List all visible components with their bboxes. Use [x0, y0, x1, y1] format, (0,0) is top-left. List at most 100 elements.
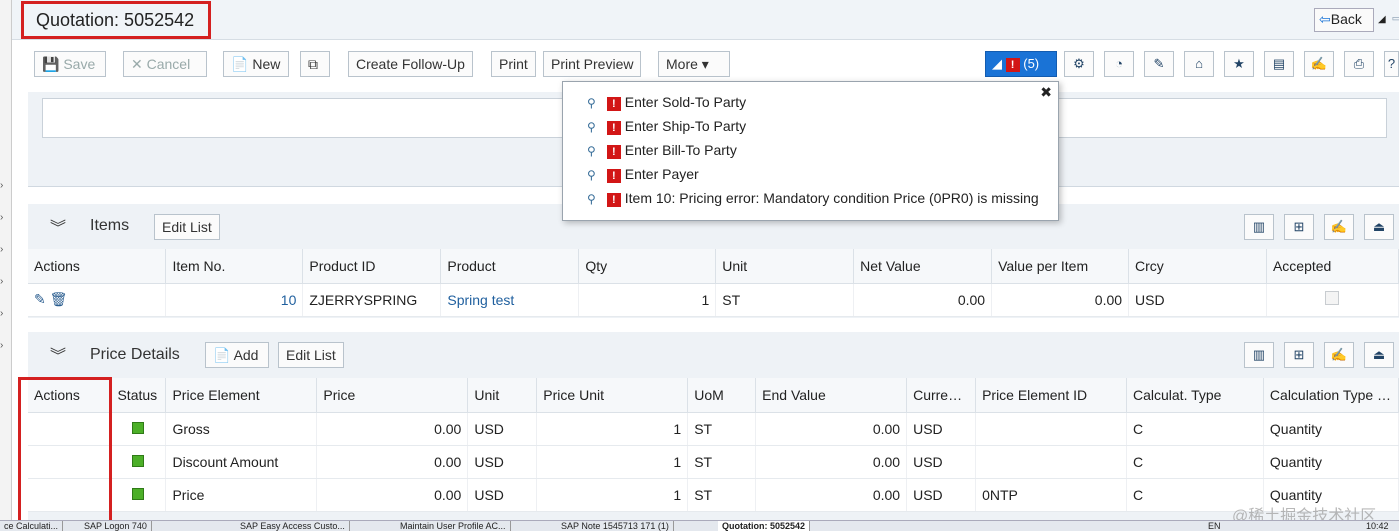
- row-actions: ✎ 🗑: [28, 283, 167, 317]
- taskbar-item-active[interactable]: Quotation: 5052542: [718, 521, 811, 531]
- export-icon[interactable]: ⊞: [1284, 342, 1314, 368]
- left-nav-strip: › › › › › ›: [0, 0, 12, 520]
- taskbar-item[interactable]: Maintain User Profile AC...: [396, 521, 511, 531]
- product-link[interactable]: Spring test: [440, 283, 580, 317]
- expand-arrow-icon[interactable]: ›: [0, 308, 3, 319]
- help-icon[interactable]: ?: [1384, 51, 1399, 77]
- accepted-cell: [1266, 283, 1399, 317]
- save-button[interactable]: 💾 Save: [34, 51, 106, 77]
- taskbar-item[interactable]: ce Calculati...: [0, 521, 64, 531]
- taskbar-item[interactable]: SAP Logon 740: [80, 521, 152, 531]
- message-item[interactable]: ⚲ ! Enter Sold-To Party: [587, 94, 746, 118]
- collapse-up-icon[interactable]: ⏏: [1364, 342, 1394, 368]
- more-button[interactable]: More ▾: [658, 51, 730, 77]
- language-indicator[interactable]: EN: [1204, 521, 1225, 531]
- new-label: New: [252, 56, 281, 72]
- collapse-chevron-icon[interactable]: ︾: [50, 214, 66, 238]
- back-button[interactable]: ⇦Back: [1314, 8, 1374, 32]
- message-item[interactable]: ⚲ ! Enter Ship-To Party: [587, 118, 746, 142]
- expand-arrow-icon[interactable]: ›: [0, 212, 3, 223]
- column-header[interactable]: Crcy: [1128, 249, 1267, 284]
- message-item[interactable]: ⚲ ! Enter Bill-To Party: [587, 142, 737, 166]
- column-header[interactable]: Product ID: [302, 249, 442, 284]
- delete-icon[interactable]: 🗑: [50, 291, 68, 307]
- page-header: Quotation: 5052542 ⇦Back ◢ ⇨: [12, 0, 1399, 40]
- column-header[interactable]: Product: [440, 249, 580, 284]
- settings-icon[interactable]: ⚙: [1064, 51, 1094, 77]
- chevron-down-icon: ▾: [701, 56, 709, 72]
- favorite-star-icon[interactable]: ★: [1224, 51, 1254, 77]
- personalize-icon[interactable]: ✍: [1324, 342, 1354, 368]
- collapse-icon[interactable]: ◢: [1378, 14, 1386, 25]
- column-header[interactable]: Actions: [28, 249, 167, 284]
- column-header[interactable]: Unit: [715, 249, 855, 284]
- expand-arrow-icon[interactable]: ›: [0, 340, 3, 351]
- price-edit-list-button[interactable]: Edit List: [278, 342, 344, 368]
- table-row[interactable]: Gross 0.00 USD 1 ST 0.00 USD C Quantity: [28, 412, 1399, 446]
- forward-icon[interactable]: ⇨: [1392, 10, 1399, 27]
- add-button[interactable]: 📄 Add: [205, 342, 269, 368]
- column-header[interactable]: Unit: [467, 378, 538, 413]
- copy-button[interactable]: ⧉: [300, 51, 330, 77]
- chart-icon[interactable]: ▥: [1244, 214, 1274, 240]
- expand-arrow-icon[interactable]: ›: [0, 276, 3, 287]
- accepted-checkbox[interactable]: [1325, 291, 1340, 305]
- print-preview-button[interactable]: Print Preview: [543, 51, 642, 77]
- edit-settings-icon[interactable]: ✎: [1144, 51, 1174, 77]
- items-edit-list-button[interactable]: Edit List: [154, 214, 220, 240]
- table-row[interactable]: Price 0.00 USD 1 ST 0.00 USD 0NTP C Quan…: [28, 478, 1399, 512]
- taskbar-item[interactable]: SAP Note 1545713 171 (1): [557, 521, 674, 531]
- column-header[interactable]: Calculat. Type: [1126, 378, 1264, 413]
- expand-arrow-icon[interactable]: ›: [0, 244, 3, 255]
- rss-icon[interactable]: ◔: [1104, 51, 1134, 77]
- print-button[interactable]: Print: [491, 51, 536, 77]
- error-icon: !: [606, 145, 621, 159]
- price-unit: 1: [536, 445, 689, 479]
- new-button[interactable]: 📄 New: [223, 51, 289, 77]
- column-header[interactable]: UoM: [687, 378, 757, 413]
- edit-icon[interactable]: ✎: [34, 291, 46, 307]
- table-row[interactable]: Discount Amount 0.00 USD 1 ST 0.00 USD C…: [28, 445, 1399, 479]
- collapse-up-icon[interactable]: ⏏: [1364, 214, 1394, 240]
- taskbar-item[interactable]: SAP Easy Access Custo...: [236, 521, 350, 531]
- column-header[interactable]: Net Value: [853, 249, 993, 284]
- personalize-icon[interactable]: ✍: [1304, 51, 1334, 77]
- price-details-table: Actions Status Price Element Price Unit …: [28, 378, 1399, 512]
- column-header[interactable]: End Value: [755, 378, 908, 413]
- collapse-chevron-icon[interactable]: ︾: [50, 342, 66, 366]
- close-icon[interactable]: ✖: [1040, 84, 1052, 101]
- messages-count: (5): [1023, 56, 1040, 71]
- export-icon[interactable]: ⊞: [1284, 214, 1314, 240]
- column-header[interactable]: Status: [110, 378, 167, 413]
- personalize-icon[interactable]: ✍: [1324, 214, 1354, 240]
- price-header-row: Actions Status Price Element Price Unit …: [28, 378, 1399, 413]
- status-green-icon: [132, 454, 145, 467]
- status-green-icon: [132, 421, 145, 434]
- items-table: Actions Item No. Product ID Product Qty …: [28, 249, 1399, 317]
- column-header[interactable]: Price Unit: [536, 378, 689, 413]
- printer-icon[interactable]: ⎙: [1344, 51, 1374, 77]
- chart-icon[interactable]: ▥: [1244, 342, 1274, 368]
- column-header[interactable]: Calculation Type …: [1263, 378, 1399, 413]
- column-header[interactable]: Price Element ID: [975, 378, 1127, 413]
- column-header[interactable]: Item No.: [165, 249, 304, 284]
- column-header[interactable]: Qty: [578, 249, 717, 284]
- price-currency: USD: [467, 478, 538, 512]
- error-icon: !: [606, 97, 621, 111]
- tag-icon[interactable]: ⌂: [1184, 51, 1214, 77]
- clock: 10:42: [1366, 521, 1389, 531]
- column-header[interactable]: Price: [316, 378, 469, 413]
- item-no[interactable]: 10: [165, 283, 304, 317]
- cancel-button[interactable]: ✕ Cancel: [123, 51, 207, 77]
- column-header[interactable]: Curre…: [906, 378, 977, 413]
- message-item[interactable]: ⚲ ! Item 10: Pricing error: Mandatory co…: [587, 190, 1039, 214]
- create-follow-up-button[interactable]: Create Follow-Up: [348, 51, 473, 77]
- document-icon[interactable]: ▤: [1264, 51, 1294, 77]
- expand-arrow-icon[interactable]: ›: [0, 180, 3, 191]
- column-header[interactable]: Price Element: [165, 378, 318, 413]
- message-item[interactable]: ⚲ ! Enter Payer: [587, 166, 699, 190]
- column-header[interactable]: Value per Item: [991, 249, 1130, 284]
- messages-button[interactable]: ◢ ! (5): [985, 51, 1057, 77]
- column-header[interactable]: Accepted: [1266, 249, 1399, 284]
- table-row[interactable]: ✎ 🗑 10 ZJERRYSPRING Spring test 1 ST 0.0…: [28, 283, 1399, 317]
